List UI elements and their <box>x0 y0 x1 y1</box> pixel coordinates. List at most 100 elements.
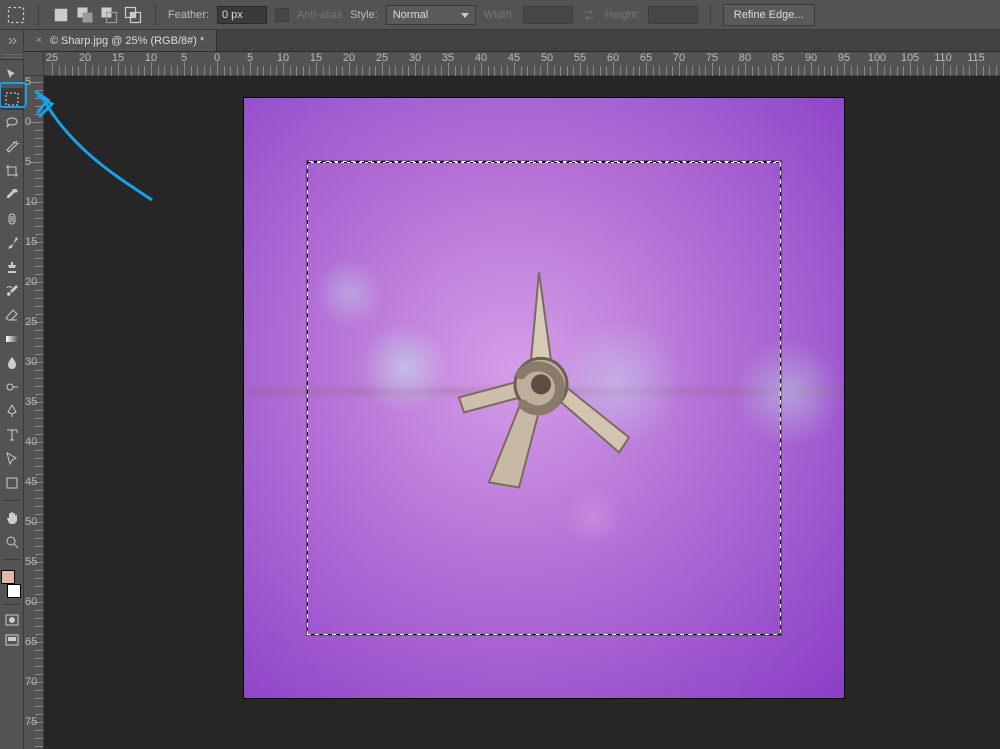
ruler-label: 110 <box>934 52 952 64</box>
toolbox-separator <box>3 500 21 501</box>
ruler-label: 25 <box>376 52 388 64</box>
toolbox-separator <box>3 559 21 560</box>
clone-stamp-tool[interactable] <box>1 256 23 278</box>
ruler-label: 30 <box>25 356 37 368</box>
selection-intersect-icon[interactable] <box>123 5 143 25</box>
gradient-tool[interactable] <box>1 328 23 350</box>
ruler-label: 5 <box>25 156 31 168</box>
ruler-label: 85 <box>772 52 784 64</box>
ruler-label: 115 <box>967 52 985 64</box>
divider <box>155 5 156 25</box>
ruler-label: 25 <box>46 52 58 64</box>
ruler-label: 70 <box>673 52 685 64</box>
ruler-label: 40 <box>475 52 487 64</box>
eraser-tool[interactable] <box>1 304 23 326</box>
ruler-label: 15 <box>25 236 37 248</box>
foreground-color-swatch[interactable] <box>1 570 15 584</box>
crop-tool[interactable] <box>1 160 23 182</box>
ruler-label: 20 <box>25 276 37 288</box>
marquee-tool[interactable] <box>1 88 23 110</box>
type-tool[interactable] <box>1 424 23 446</box>
document-tab[interactable]: × © Sharp.jpg @ 25% (RGB/8#) * <box>24 30 217 51</box>
selection-new-icon[interactable] <box>51 5 71 25</box>
width-input <box>523 6 573 24</box>
ruler-label: 50 <box>541 52 553 64</box>
ruler-label: 15 <box>310 52 322 64</box>
selection-add-icon[interactable] <box>75 5 95 25</box>
ruler-label: 20 <box>79 52 91 64</box>
divider <box>38 5 39 25</box>
width-label: Width: <box>484 9 515 21</box>
background-color-swatch[interactable] <box>7 584 21 598</box>
marquee-tool-preset-icon[interactable] <box>6 5 26 25</box>
magic-wand-tool[interactable] <box>1 136 23 158</box>
refine-edge-button[interactable]: Refine Edge... <box>723 4 815 26</box>
pen-tool[interactable] <box>1 400 23 422</box>
history-brush-tool[interactable] <box>1 280 23 302</box>
healing-brush-tool[interactable] <box>1 208 23 230</box>
ruler-label: 45 <box>508 52 520 64</box>
anti-alias-label: Anti-alias <box>297 9 342 21</box>
blur-tool[interactable] <box>1 352 23 374</box>
lasso-tool[interactable] <box>1 112 23 134</box>
dodge-tool[interactable] <box>1 376 23 398</box>
eyedropper-tool[interactable] <box>1 184 23 206</box>
ruler-label: 45 <box>25 476 37 488</box>
canvas-area[interactable] <box>44 76 1000 749</box>
feather-label: Feather: <box>168 9 209 21</box>
close-tab-icon[interactable]: × <box>36 35 42 46</box>
ruler-label: 35 <box>25 396 37 408</box>
swap-dimensions-icon <box>581 7 597 23</box>
ruler-label: 55 <box>574 52 586 64</box>
toolbox-separator <box>3 604 21 605</box>
screen-mode-toggle[interactable] <box>1 631 23 649</box>
ruler-label: 25 <box>25 316 37 328</box>
ruler-label: 10 <box>277 52 289 64</box>
ruler-label: 0 <box>214 52 220 64</box>
height-label: Height: <box>605 9 640 21</box>
divider <box>710 5 711 25</box>
ruler-label: 80 <box>739 52 751 64</box>
selection-subtract-icon[interactable] <box>99 5 119 25</box>
toolbox-grip[interactable] <box>0 52 24 60</box>
color-swatches[interactable] <box>1 570 23 598</box>
ruler-label: 100 <box>868 52 886 64</box>
document-tab-title: © Sharp.jpg @ 25% (RGB/8#) * <box>50 35 204 47</box>
path-selection-tool[interactable] <box>1 448 23 470</box>
ruler-label: 65 <box>25 636 37 648</box>
horizontal-ruler[interactable]: 2520151050510152025303540455055606570758… <box>44 52 1000 76</box>
style-label: Style: <box>350 9 378 21</box>
quick-mask-toggle[interactable] <box>1 611 23 629</box>
ruler-label: 5 <box>247 52 253 64</box>
ruler-label: 55 <box>25 556 37 568</box>
ruler-label: 60 <box>25 596 37 608</box>
style-select[interactable]: Normal <box>386 5 476 25</box>
ruler-label: 75 <box>706 52 718 64</box>
ruler-label: 70 <box>25 676 37 688</box>
zoom-tool[interactable] <box>1 531 23 553</box>
selection-mode-group <box>51 5 143 25</box>
toolbox <box>0 60 24 749</box>
move-tool[interactable] <box>1 64 23 86</box>
hand-tool[interactable] <box>1 507 23 529</box>
style-value: Normal <box>393 9 428 21</box>
feather-input[interactable] <box>217 6 267 24</box>
ruler-label: 35 <box>442 52 454 64</box>
brush-tool[interactable] <box>1 232 23 254</box>
ruler-label: 5 <box>25 76 31 88</box>
ruler-label: 10 <box>145 52 157 64</box>
ruler-label: 90 <box>805 52 817 64</box>
panel-collapse-toggle[interactable] <box>0 30 24 52</box>
ruler-label: 10 <box>25 196 37 208</box>
ruler-label: 105 <box>901 52 919 64</box>
ruler-label: 5 <box>181 52 187 64</box>
ruler-label: 0 <box>25 116 31 128</box>
document-canvas[interactable] <box>244 98 844 698</box>
shape-tool[interactable] <box>1 472 23 494</box>
ruler-label: 40 <box>25 436 37 448</box>
ruler-origin[interactable] <box>24 52 44 76</box>
vertical-ruler[interactable]: 505101520253035404550556065707580 <box>24 76 44 749</box>
ruler-label: 30 <box>409 52 421 64</box>
options-bar: Feather: Anti-alias Style: Normal Width:… <box>0 0 1000 30</box>
selection-marquee[interactable] <box>307 161 781 635</box>
